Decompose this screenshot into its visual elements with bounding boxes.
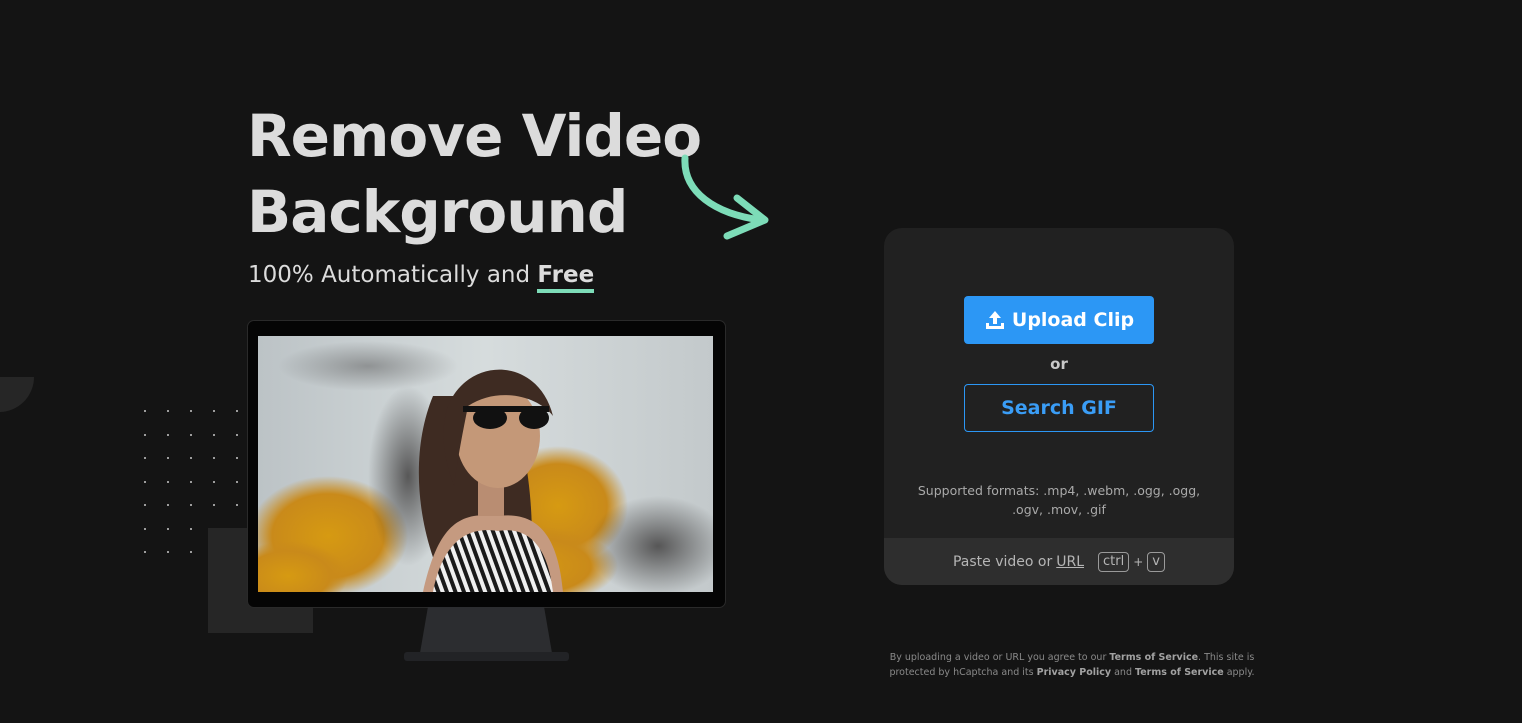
subtitle-text: 100% Automatically and	[248, 262, 538, 288]
legal-notice: By uploading a video or URL you agree to…	[884, 650, 1260, 680]
upload-card: Upload Clip or Search GIF Supported form…	[884, 228, 1234, 585]
paste-bar[interactable]: Paste video or URL ctrl + v	[884, 538, 1234, 585]
paste-label: Paste video or	[952, 553, 1053, 570]
search-gif-button[interactable]: Search GIF	[964, 384, 1154, 432]
page-title: Remove Video Background	[247, 98, 702, 250]
monitor-preview	[248, 321, 725, 607]
upload-icon	[985, 311, 1004, 329]
monitor-stand	[420, 607, 552, 653]
preview-image	[258, 336, 713, 592]
legal-text-3: and	[1111, 667, 1136, 678]
privacy-policy-link[interactable]: Privacy Policy	[1037, 667, 1111, 678]
v-key: v	[1147, 551, 1165, 572]
page-subtitle: 100% Automatically and Free	[248, 262, 595, 293]
video-preview	[258, 336, 713, 592]
ctrl-key: ctrl	[1098, 551, 1130, 572]
page-title-line-1: Remove Video	[247, 102, 702, 170]
supported-formats: Supported formats: .mp4, .webm, .ogg, .o…	[917, 483, 1201, 517]
upload-clip-button[interactable]: Upload Clip	[964, 296, 1154, 344]
subtitle-emphasis: Free	[537, 262, 595, 293]
page-title-line-2: Background	[247, 178, 628, 246]
paste-url-link[interactable]: URL	[1056, 554, 1084, 570]
curved-arrow-icon	[681, 154, 769, 240]
terms-of-service-link[interactable]: Terms of Service	[1109, 652, 1198, 663]
or-separator: or	[1050, 355, 1068, 373]
plus-sign: +	[1133, 554, 1144, 569]
upload-clip-label: Upload Clip	[1011, 309, 1135, 331]
decorative-blob	[0, 377, 34, 412]
terms-of-service-link-2[interactable]: Terms of Service	[1135, 667, 1224, 678]
page: Remove Video Background 100% Automatical…	[0, 0, 1522, 723]
monitor-base	[404, 652, 569, 661]
legal-text-4: apply.	[1223, 667, 1255, 678]
legal-text-1: By uploading a video or URL you agree to…	[889, 652, 1110, 663]
